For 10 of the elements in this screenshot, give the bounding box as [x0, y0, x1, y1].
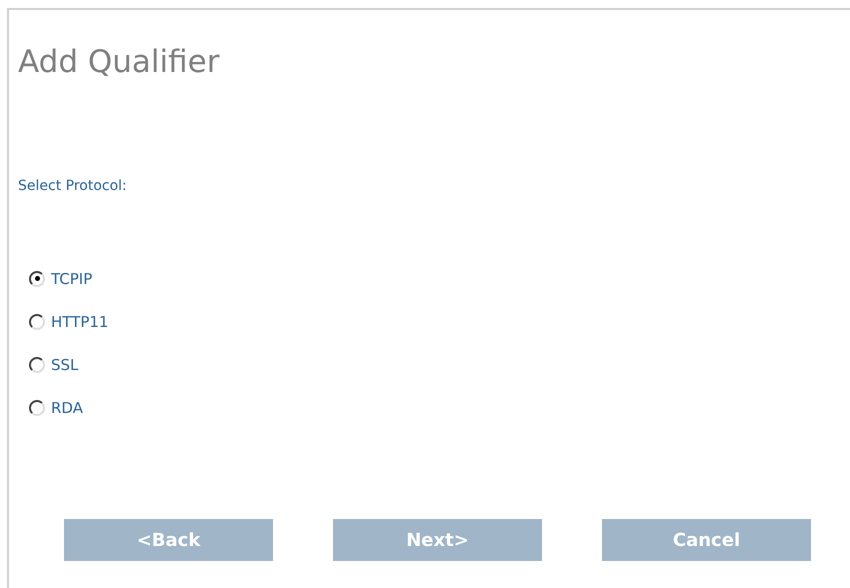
radio-label[interactable]: SSL [51, 356, 78, 374]
radio-button[interactable] [29, 356, 45, 372]
radio-label[interactable]: RDA [51, 398, 83, 416]
radio-button[interactable] [29, 400, 45, 416]
radio-label[interactable]: TCPIP [51, 270, 92, 288]
dialog-title: Add Qualifier [18, 43, 220, 82]
radio-label[interactable]: HTTP11 [51, 312, 108, 330]
prompt-label: Select Protocol: [18, 177, 128, 196]
radio-button[interactable] [29, 314, 45, 330]
radio-button[interactable] [29, 270, 45, 286]
